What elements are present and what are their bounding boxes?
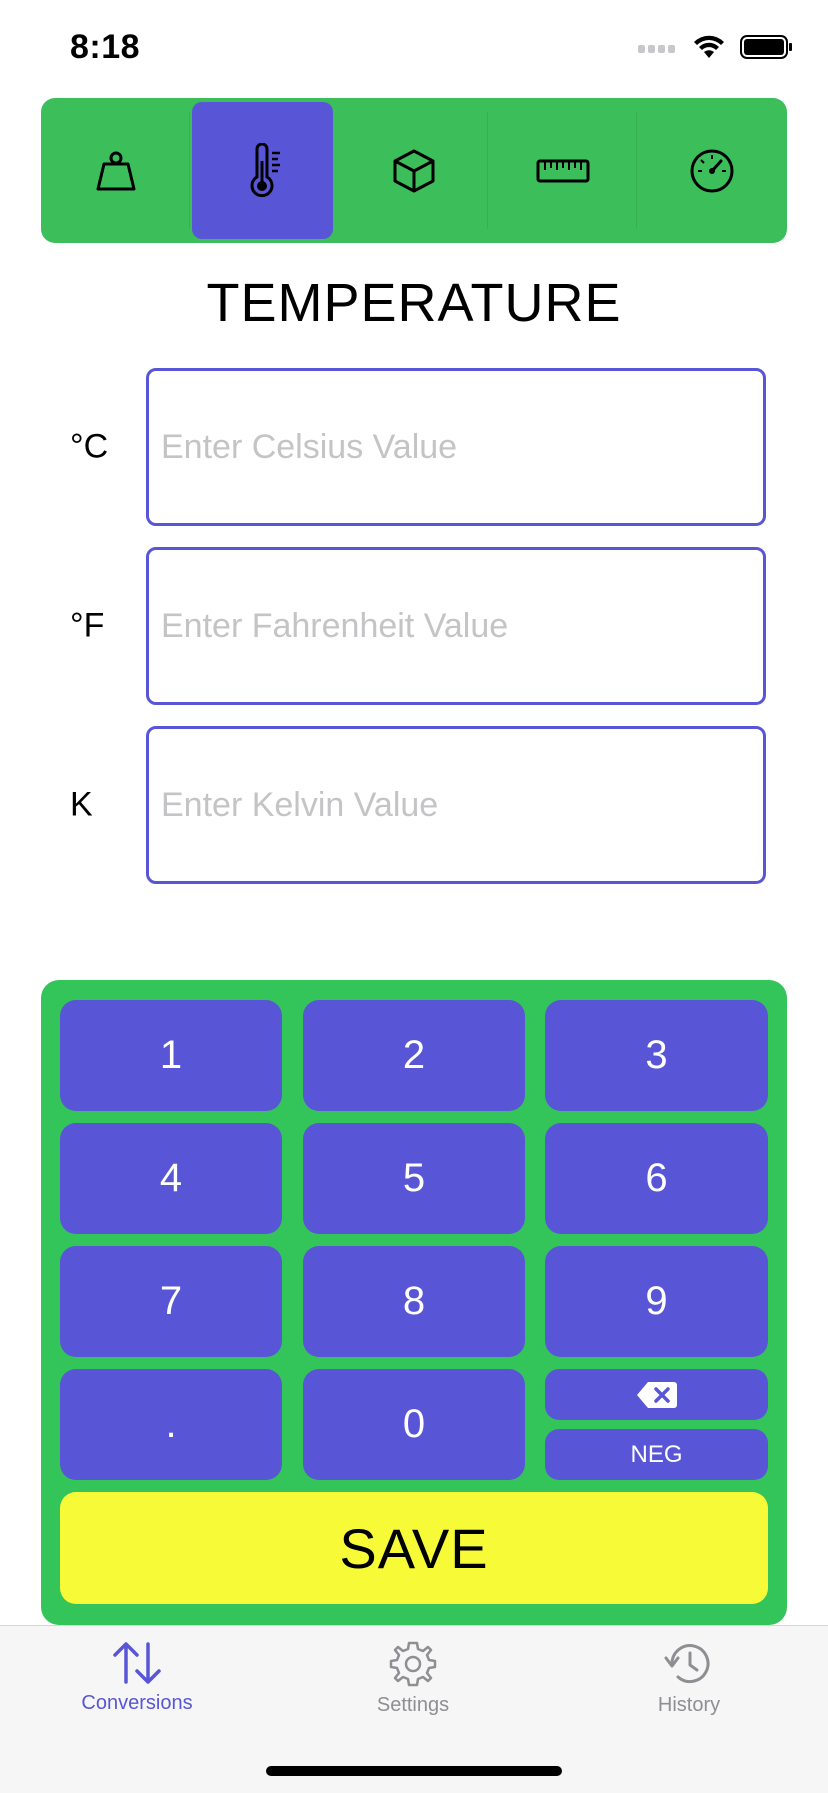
key-1[interactable]: 1 [60, 1000, 282, 1111]
category-temperature[interactable] [190, 98, 339, 243]
key-2[interactable]: 2 [303, 1000, 525, 1111]
signal-icon [638, 45, 675, 53]
celsius-row: °C [0, 368, 828, 526]
save-button[interactable]: SAVE [60, 1492, 768, 1604]
kelvin-row: K [0, 726, 828, 884]
kelvin-unit-label: K [70, 785, 93, 824]
gear-icon [389, 1641, 437, 1687]
key-0[interactable]: 0 [303, 1369, 525, 1480]
fahrenheit-input[interactable] [146, 547, 766, 705]
key-8[interactable]: 8 [303, 1246, 525, 1357]
wifi-icon [694, 35, 724, 58]
tab-history-label: History [657, 1694, 721, 1716]
kelvin-input[interactable] [146, 726, 766, 884]
ruler-icon [536, 159, 589, 182]
status-bar: 8:18 [0, 0, 828, 96]
category-bar [41, 98, 787, 243]
key-9[interactable]: 9 [545, 1246, 768, 1357]
tab-history[interactable]: History [589, 1640, 789, 1717]
speedometer-icon [690, 149, 733, 192]
home-indicator [266, 1766, 562, 1776]
key-decimal[interactable]: . [60, 1369, 282, 1480]
backspace-button[interactable] [545, 1369, 768, 1420]
arrows-up-down-icon [113, 1642, 161, 1684]
category-volume[interactable] [339, 98, 488, 243]
tab-conversions[interactable]: Conversions [37, 1640, 237, 1715]
tab-conversions-label: Conversions [81, 1692, 193, 1714]
category-speed[interactable] [637, 98, 786, 243]
tab-settings[interactable]: Settings [313, 1640, 513, 1717]
neg-button[interactable]: NEG [545, 1429, 768, 1480]
key-7[interactable]: 7 [60, 1246, 282, 1357]
history-icon [664, 1644, 710, 1684]
tab-settings-label: Settings [376, 1694, 450, 1716]
celsius-input[interactable] [146, 368, 766, 526]
fahrenheit-unit-label: °F [70, 606, 105, 645]
battery-icon [740, 35, 792, 59]
fahrenheit-row: °F [0, 547, 828, 705]
category-weight[interactable] [41, 98, 190, 243]
keypad: 1 2 3 4 5 6 7 8 9 . 0 NEG SAVE [41, 980, 787, 1625]
key-3[interactable]: 3 [545, 1000, 768, 1111]
weight-icon [96, 151, 135, 190]
category-length[interactable] [488, 98, 637, 243]
page-title: TEMPERATURE [206, 273, 622, 333]
status-time: 8:18 [70, 28, 141, 66]
key-4[interactable]: 4 [60, 1123, 282, 1234]
backspace-icon [636, 1381, 677, 1408]
celsius-unit-label: °C [70, 427, 109, 466]
cube-icon [393, 149, 434, 192]
thermometer-icon [250, 142, 280, 197]
key-6[interactable]: 6 [545, 1123, 768, 1234]
key-5[interactable]: 5 [303, 1123, 525, 1234]
status-icons [638, 34, 794, 60]
